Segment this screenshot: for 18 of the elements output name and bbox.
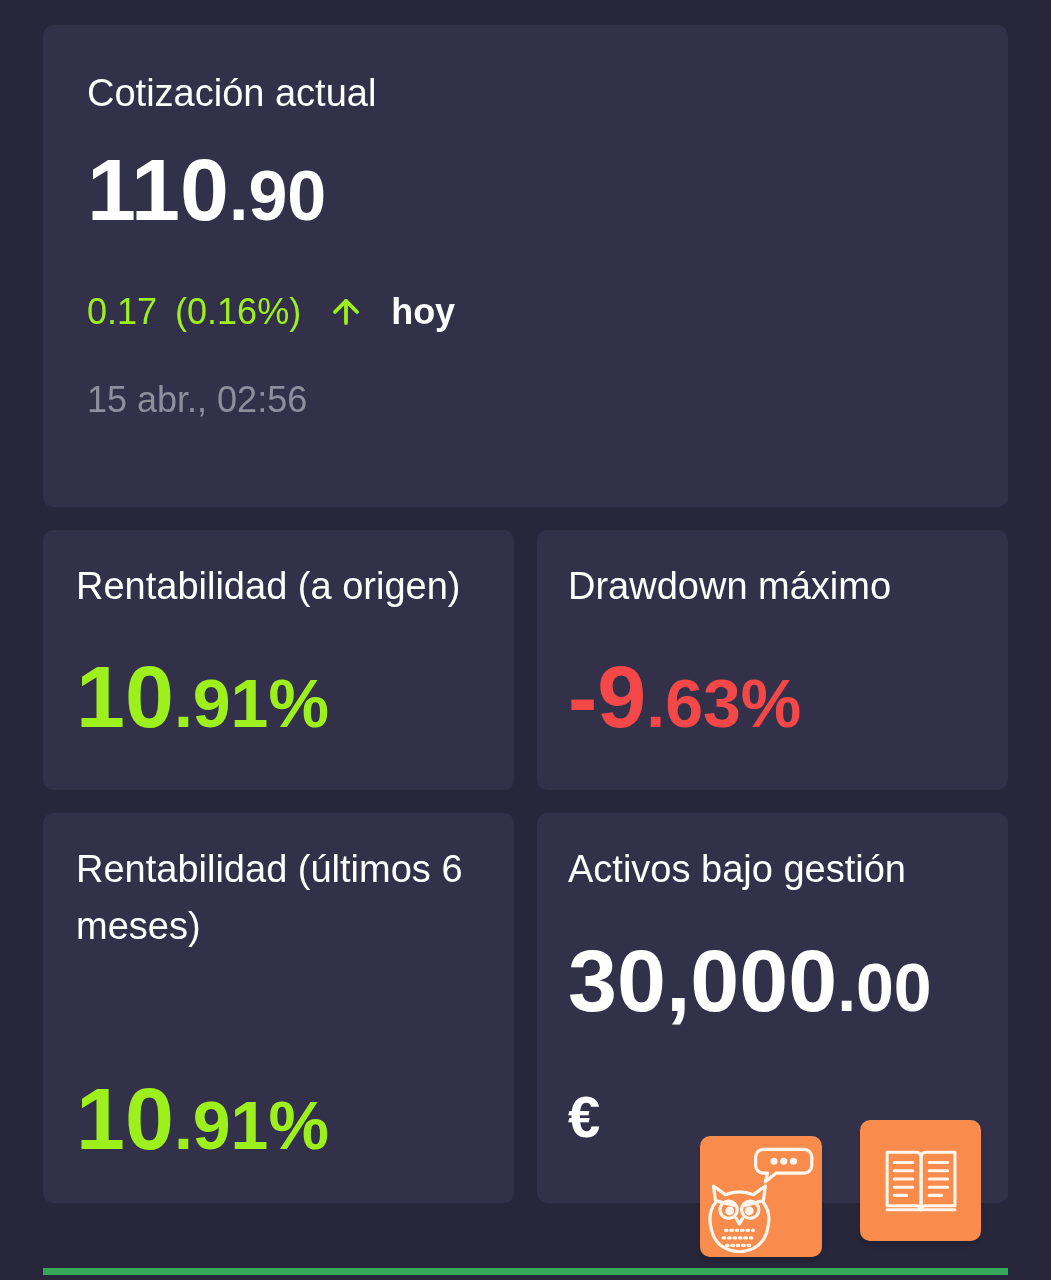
- metric-value: 10.91%: [76, 1075, 329, 1163]
- card-title: Rentabilidad (últimos 6 meses): [76, 847, 464, 949]
- metric-value: 10.91%: [76, 653, 329, 741]
- timestamp: 15 abr., 02:56: [87, 378, 308, 421]
- metric-value: 30,000.00: [568, 937, 932, 1025]
- owl-chat-button[interactable]: [700, 1136, 822, 1257]
- change-percent: (0.16%): [175, 289, 302, 334]
- price-value: 110.90: [87, 146, 327, 234]
- card-title: Cotización actual: [87, 71, 377, 116]
- card-title: Rentabilidad (a origen): [76, 564, 461, 609]
- period-label: hoy: [391, 289, 456, 334]
- metric-value: -9.63%: [568, 653, 802, 741]
- guide-book-button[interactable]: [860, 1120, 981, 1241]
- card-title: Activos bajo gestión: [568, 847, 906, 892]
- owl-speech-bubble-icon: [707, 1145, 815, 1253]
- change-amount: 0.17: [87, 289, 158, 334]
- currency-unit: €: [568, 1088, 601, 1146]
- card-title: Drawdown máximo: [568, 564, 892, 609]
